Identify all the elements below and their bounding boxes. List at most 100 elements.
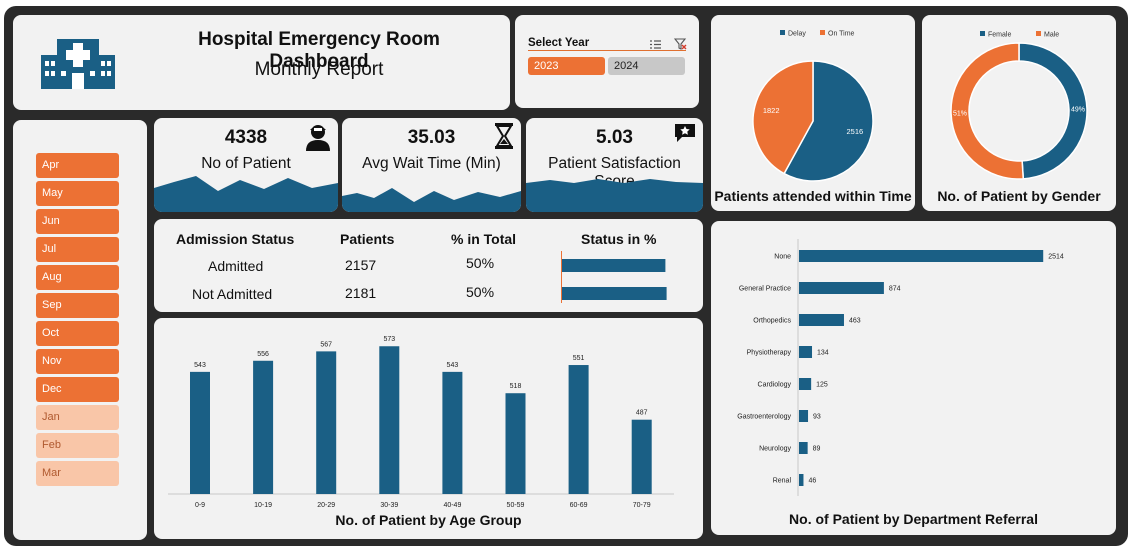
kpi-satisfaction-card: 5.03 Patient Satisfaction Score xyxy=(526,118,703,212)
age-bar-70-79 xyxy=(631,419,652,494)
gender-chart-title: No. of Patient by Gender xyxy=(937,188,1101,204)
month-slicer: Apr May Jun Jul Aug Sep Oct Nov Dec Jan … xyxy=(13,120,147,540)
header-status-pct: Status in % xyxy=(581,231,657,247)
title-panel: Hospital Emergency Room Dashboard Monthl… xyxy=(13,15,510,110)
dept-tick-general-practice: General Practice xyxy=(739,286,791,293)
age-bar-0-9 xyxy=(190,371,210,494)
clear-filter-icon[interactable] xyxy=(673,37,687,55)
attended-time-plot: Delay On Time 2516 1822 xyxy=(752,30,874,182)
age-bar-20-29 xyxy=(316,351,337,494)
pie-label-on-time: 1822 xyxy=(763,106,780,115)
month-option-mar[interactable]: Mar xyxy=(36,461,119,486)
age-tick-40-49: 40-49 xyxy=(443,502,461,509)
header-patients: Patients xyxy=(340,231,395,247)
year-option-2024[interactable]: 2024 xyxy=(608,57,685,75)
kpi-satisfaction-trend xyxy=(526,179,703,212)
age-group-chart: 543 0-9 556 10-19 567 20-29 573 30-39 543 40-49 51… xyxy=(154,318,703,539)
dept-tick-gastroenterology: Gastroenterology xyxy=(737,414,791,421)
dept-bar-general-practice xyxy=(799,282,884,294)
year-slicer: Select Year 2023 2024 xyxy=(515,15,699,108)
dept-value-label-general-practice: 874 xyxy=(889,286,901,293)
age-chart-title: No. of Patient by Age Group xyxy=(335,512,522,528)
legend-swatch-female xyxy=(980,31,985,36)
dept-tick-physiotherapy: Physiotherapy xyxy=(747,350,792,357)
status-bar-not-admitted xyxy=(562,287,667,300)
dept-value-label-orthopedics: 463 xyxy=(849,318,861,325)
dept-tick-renal: Renal xyxy=(773,478,792,485)
header-pct-total: % in Total xyxy=(451,231,517,247)
dept-value-label-physiotherapy: 134 xyxy=(817,350,829,357)
dept-value-label-renal: 46 xyxy=(808,478,816,485)
attended-time-title: Patients attended within Time xyxy=(714,188,912,204)
kpi-wait-label: Avg Wait Time (Min) xyxy=(362,155,501,172)
dept-tick-orthopedics: Orthopedics xyxy=(753,318,791,325)
kpi-wait-card: 35.03 Avg Wait Time (Min) xyxy=(342,118,521,212)
age-value-label-40-49: 543 xyxy=(447,362,459,369)
status-bar-admitted xyxy=(562,259,666,272)
dept-bar-none xyxy=(799,250,1044,262)
header-admission-status: Admission Status xyxy=(176,231,295,247)
hospital-icon xyxy=(39,33,117,94)
star-review-icon xyxy=(674,123,696,148)
dept-value-label-gastroenterology: 93 xyxy=(813,414,821,421)
age-tick-70-79: 70-79 xyxy=(633,502,651,509)
attended-time-chart: Delay On Time 2516 1822 Patients attended w… xyxy=(711,15,915,211)
age-value-label-50-59: 518 xyxy=(510,383,522,390)
dept-chart-title: No. of Patient by Department Referral xyxy=(789,511,1038,527)
department-referral-plot: None 2514 General Practice 874 Orthopedics 46… xyxy=(737,239,1064,496)
hourglass-icon xyxy=(494,123,514,154)
dept-value-label-none: 2514 xyxy=(1048,254,1064,261)
legend-label-male: Male xyxy=(1044,32,1059,39)
row-notadmitted-patients: 2181 xyxy=(345,285,377,301)
legend-swatch-male xyxy=(1036,31,1041,36)
row-admitted-pct: 50% xyxy=(466,255,495,271)
patient-icon xyxy=(305,123,331,156)
month-option-jul[interactable]: Jul xyxy=(36,237,119,262)
age-value-label-70-79: 487 xyxy=(636,410,648,417)
month-option-nov[interactable]: Nov xyxy=(36,349,119,374)
month-option-may[interactable]: May xyxy=(36,181,119,206)
dept-bar-cardiology xyxy=(799,378,812,390)
donut-label-male: 51% xyxy=(953,110,967,117)
department-referral-chart: None 2514 General Practice 874 Orthopedics 46… xyxy=(711,221,1116,535)
kpi-patients-label: No of Patient xyxy=(201,155,291,172)
dept-tick-cardiology: Cardiology xyxy=(758,382,792,389)
gender-chart: Female Male 49% 51% No. of Patient by Gende… xyxy=(922,15,1116,211)
age-value-label-20-29: 567 xyxy=(320,341,332,348)
age-bar-10-19 xyxy=(253,360,274,494)
row-admitted-patients: 2157 xyxy=(345,257,377,273)
age-bar-30-39 xyxy=(379,346,400,494)
dept-tick-none: None xyxy=(774,254,791,261)
year-slicer-title: Select Year xyxy=(528,37,590,49)
kpi-patients-trend xyxy=(154,176,338,212)
age-value-label-10-19: 556 xyxy=(257,351,269,358)
dept-value-label-cardiology: 125 xyxy=(816,382,828,389)
year-option-2023[interactable]: 2023 xyxy=(528,57,605,75)
age-tick-20-29: 20-29 xyxy=(317,502,335,509)
age-group-plot: 543 0-9 556 10-19 567 20-29 573 30-39 543 40-49 51… xyxy=(168,336,674,509)
status-bars xyxy=(561,251,667,303)
legend-label-on-time: On Time xyxy=(828,31,855,38)
month-option-sep[interactable]: Sep xyxy=(36,293,119,318)
multi-select-icon[interactable] xyxy=(649,37,662,55)
row-notadmitted-status: Not Admitted xyxy=(192,286,273,302)
row-notadmitted-pct: 50% xyxy=(466,284,495,300)
month-option-apr[interactable]: Apr xyxy=(36,153,119,178)
age-bar-50-59 xyxy=(505,393,526,494)
month-option-oct[interactable]: Oct xyxy=(36,321,119,346)
age-value-label-60-69: 551 xyxy=(573,355,585,362)
month-option-jan[interactable]: Jan xyxy=(36,405,119,430)
month-option-jun[interactable]: Jun xyxy=(36,209,119,234)
donut-label-female: 49% xyxy=(1071,107,1085,114)
month-option-aug[interactable]: Aug xyxy=(36,265,119,290)
legend-label-delay: Delay xyxy=(788,31,806,38)
month-option-feb[interactable]: Feb xyxy=(36,433,119,458)
row-admitted-status: Admitted xyxy=(208,258,264,274)
month-option-dec[interactable]: Dec xyxy=(36,377,119,402)
age-bar-40-49 xyxy=(442,371,463,494)
dept-bar-gastroenterology xyxy=(799,410,809,422)
dept-bar-physiotherapy xyxy=(799,346,813,358)
pie-label-delay: 2516 xyxy=(846,127,863,136)
dept-bar-renal xyxy=(799,474,804,486)
age-tick-0-9: 0-9 xyxy=(195,502,205,509)
